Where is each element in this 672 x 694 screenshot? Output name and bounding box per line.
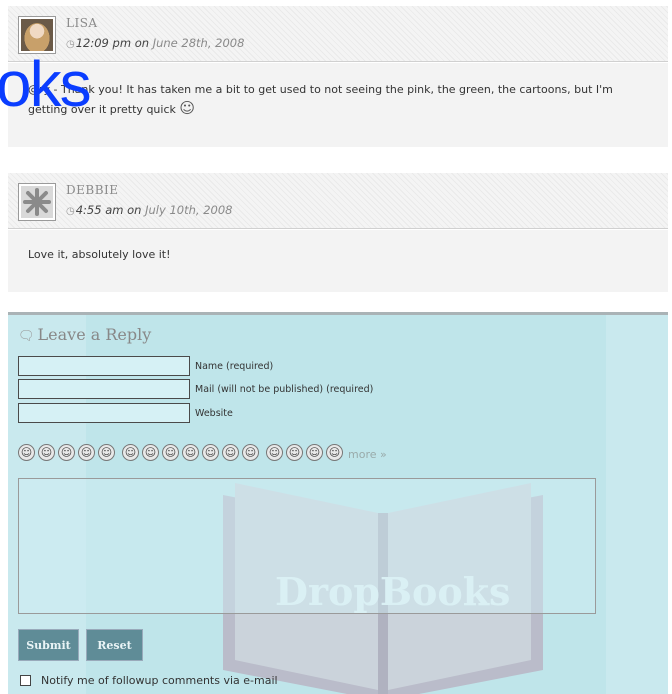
email-field[interactable] <box>18 379 190 399</box>
speech-bubble-icon: 🗨 <box>18 329 35 344</box>
comment-body-lisa: @ry - Thank you! It has taken me a bit t… <box>8 63 668 147</box>
name-label: Name (required) <box>195 361 274 372</box>
confused-icon[interactable]: ☺ <box>222 443 239 461</box>
more-smileys-link[interactable]: more » <box>348 448 387 461</box>
overlay-text: oks <box>0 48 92 120</box>
reply-title: 🗨 Leave a Reply <box>18 325 151 344</box>
happy-icon[interactable]: ☺ <box>286 443 303 461</box>
notify-option: Notify me of followup comments via e-mai… <box>20 674 278 687</box>
comment-text-content: @ry - Thank you! It has taken me a bit t… <box>28 83 613 116</box>
reply-section: DropBooks 🗨 Leave a Reply Name (required)… <box>8 312 668 694</box>
tongue-icon[interactable]: ☺ <box>122 443 139 461</box>
comment-textarea[interactable] <box>18 478 596 614</box>
comment-meta: ◷4:55 am on July 10th, 2008 <box>66 203 232 217</box>
reset-button[interactable]: Reset <box>86 629 143 661</box>
grin-icon[interactable]: ☺ <box>38 443 55 461</box>
comment-on: on <box>127 203 142 217</box>
comment-text: @ry - Thank you! It has taken me a bit t… <box>28 81 648 119</box>
notify-checkbox[interactable] <box>20 675 31 686</box>
comment-meta: ◷12:09 pm on June 28th, 2008 <box>66 36 244 50</box>
website-label: Website <box>195 408 233 419</box>
comment-text: Love it, absolutely love it! <box>28 248 171 261</box>
comment-author: LISA <box>66 16 98 30</box>
cool-icon[interactable]: ☺ <box>58 443 75 461</box>
comment-on: on <box>134 36 150 50</box>
default-avatar-icon <box>21 186 53 218</box>
comment-date[interactable]: June 28th, 2008 <box>153 36 245 50</box>
sad-icon[interactable]: ☺ <box>266 443 283 461</box>
comment-date[interactable]: July 10th, 2008 <box>145 203 232 217</box>
submit-button[interactable]: Submit <box>18 629 79 661</box>
wink-icon[interactable]: ☺ <box>78 443 95 461</box>
laugh-icon[interactable]: ☺ <box>142 443 159 461</box>
website-field[interactable] <box>18 403 190 423</box>
notify-label: Notify me of followup comments via e-mai… <box>41 674 278 687</box>
page: LISA ◷12:09 pm on June 28th, 2008 @ry - … <box>0 0 672 694</box>
avatar <box>18 183 56 221</box>
surprised-icon[interactable]: ☺ <box>162 443 179 461</box>
comment-header-lisa: LISA ◷12:09 pm on June 28th, 2008 <box>8 6 668 62</box>
mad-icon[interactable]: ☺ <box>306 443 323 461</box>
smile-icon: ☺ <box>179 99 196 117</box>
email-label: Mail (will not be published) (required) <box>195 384 374 395</box>
lol-icon[interactable]: ☺ <box>326 443 343 461</box>
comment-time: 4:55 am <box>75 203 124 217</box>
eek-icon[interactable]: ☺ <box>242 443 259 461</box>
comment-author: DEBBIE <box>66 183 119 197</box>
smile-icon[interactable]: ☺ <box>18 443 35 461</box>
comment-header-debbie: DEBBIE ◷4:55 am on July 10th, 2008 <box>8 173 668 229</box>
reply-title-text: Leave a Reply <box>37 325 152 344</box>
comment-body-debbie: Love it, absolutely love it! <box>8 230 668 292</box>
user-photo-icon <box>21 19 53 51</box>
cry-icon[interactable]: ☺ <box>202 443 219 461</box>
smiley-bar: ☺ ☺ ☺ ☺ ☺ ☺ ☺ ☺ ☺ ☺ ☺ ☺ ☺ ☺ ☺ ☺ more » <box>18 442 387 462</box>
shocked-icon[interactable]: ☺ <box>98 443 115 461</box>
clock-icon: ◷ <box>66 206 75 217</box>
name-field[interactable] <box>18 356 190 376</box>
neutral-icon[interactable]: ☺ <box>182 443 199 461</box>
